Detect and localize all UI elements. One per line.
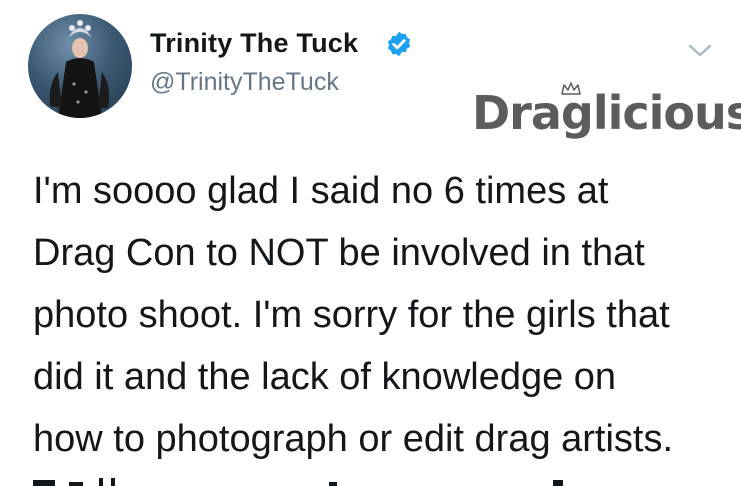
- tweet-line: photo shoot. I'm sorry for the girls tha…: [33, 294, 670, 336]
- profile-photo: [49, 20, 110, 118]
- tweet-body: I'm soooo glad I said no 6 times at Drag…: [33, 160, 733, 470]
- tweet-line: Drag Con to NOT be involved in that: [33, 232, 645, 274]
- avatar[interactable]: [28, 14, 132, 118]
- tweet-line: I'm soooo glad I said no 6 times at: [33, 170, 609, 212]
- tweet-card: Trinity The Tuck @TrinityTheTuck Draglic…: [0, 0, 741, 486]
- display-name[interactable]: Trinity The Tuck: [150, 28, 358, 59]
- truncated-text-line: [33, 478, 563, 486]
- watermark-logo: Draglicious: [472, 82, 741, 152]
- tweet-line: did it and the lack of knowledge on: [33, 356, 617, 398]
- user-handle[interactable]: @TrinityTheTuck: [150, 68, 339, 97]
- verified-badge-icon: [387, 31, 411, 57]
- watermark-text: Draglicious: [472, 86, 741, 140]
- chevron-down-icon[interactable]: [686, 40, 714, 60]
- tweet-line: how to photograph or edit drag artists.: [33, 418, 674, 460]
